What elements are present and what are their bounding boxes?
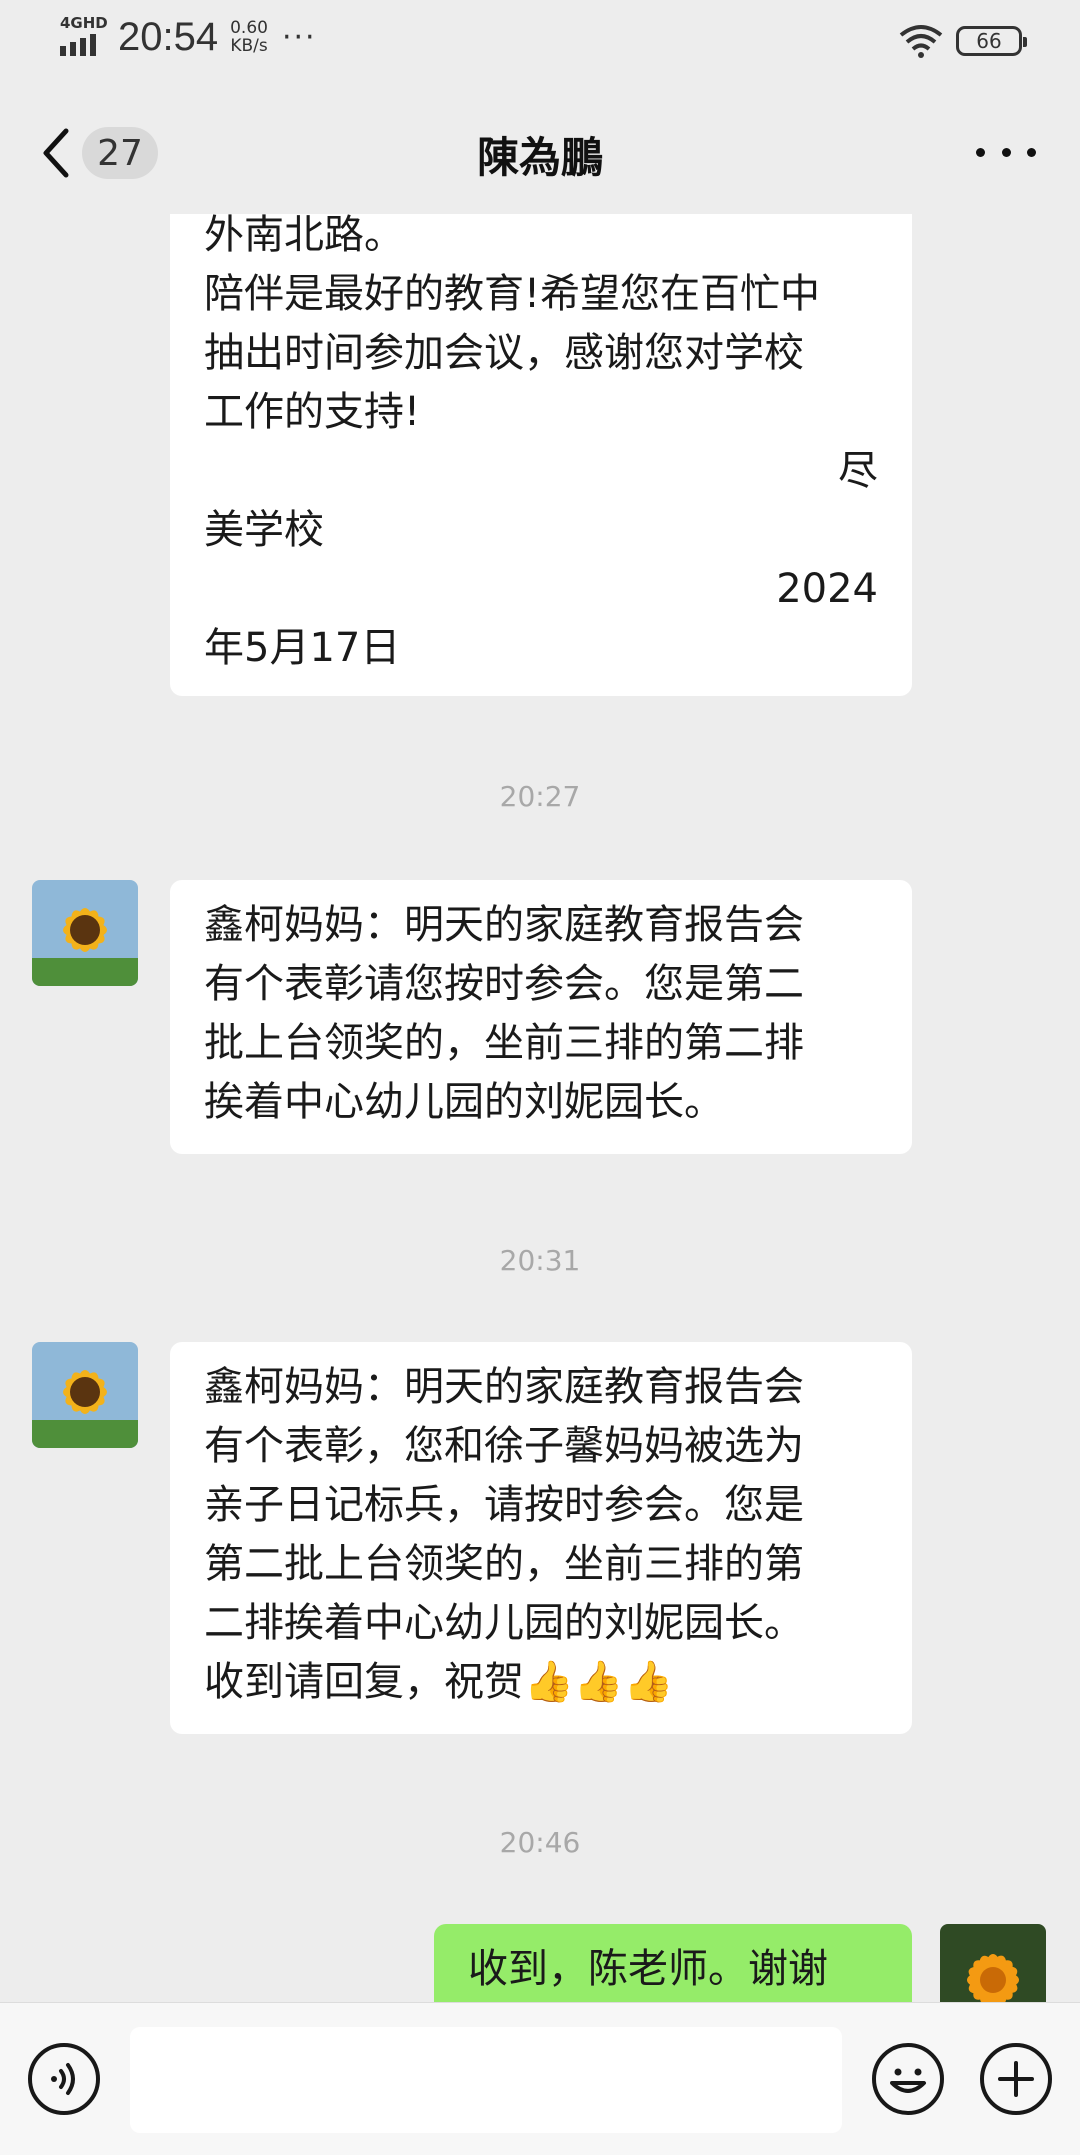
message-line: 鑫柯妈妈：明天的家庭教育报告会 xyxy=(204,902,804,948)
ellipsis-icon xyxy=(976,147,985,157)
message-line: 外南北路。 xyxy=(204,214,404,258)
emoji-button[interactable] xyxy=(872,2043,944,2115)
status-right: 66 xyxy=(898,24,1027,58)
voice-icon xyxy=(51,2063,75,2095)
message-line: 有个表彰请您按时参会。您是第二 xyxy=(204,961,804,1007)
wifi-icon xyxy=(899,25,943,58)
my-avatar[interactable] xyxy=(940,1924,1046,2002)
sunflower-icon xyxy=(32,880,138,986)
message-line: 抽出时间参加会议，感谢您对学校 xyxy=(204,330,804,376)
input-bar xyxy=(0,2002,1080,2155)
status-left: 4GHD 20:54 0.60 KB/s ··· xyxy=(58,14,317,60)
voice-button[interactable] xyxy=(28,2043,100,2115)
emoji-icon xyxy=(890,2068,926,2093)
sent-message-bubble[interactable]: 收到，陈老师。谢谢 xyxy=(434,1924,912,2002)
status-more-icon: ··· xyxy=(281,19,317,55)
message-timestamp: 20:27 xyxy=(499,780,581,813)
message-line: 挨着中心幼儿园的刘妮园长。 xyxy=(204,1079,724,1125)
message-line: 鑫柯妈妈：明天的家庭教育报告会 xyxy=(204,1364,804,1410)
message-line: 2024 xyxy=(776,566,878,612)
chat-header: 27 陳為鵬 xyxy=(0,90,1080,214)
sunflower-icon xyxy=(940,1924,1046,2002)
speed-value: 0.60 xyxy=(230,18,268,38)
avatar[interactable] xyxy=(32,1342,138,1448)
network-speed: 0.60 KB/s xyxy=(230,19,268,55)
avatar[interactable] xyxy=(32,880,138,986)
message-line: 批上台领奖的，坐前三排的第二排 xyxy=(204,1020,804,1066)
message-line: 年5月17日 xyxy=(204,625,401,671)
message-line: 有个表彰，您和徐子馨妈妈被选为 xyxy=(204,1423,804,1469)
message-bubble[interactable]: 鑫柯妈妈：明天的家庭教育报告会 有个表彰，您和徐子馨妈妈被选为 亲子日记标兵，请… xyxy=(170,1342,912,1734)
status-time: 20:54 xyxy=(118,14,219,59)
message-input[interactable] xyxy=(130,2027,842,2133)
add-button[interactable] xyxy=(980,2043,1052,2115)
signal-icon: 4GHD xyxy=(58,14,108,60)
message-line: 陪伴是最好的教育!希望您在百忙中 xyxy=(204,271,821,317)
status-bar: 4GHD 20:54 0.60 KB/s ··· 66 xyxy=(0,0,1080,90)
message-line: 工作的支持! xyxy=(204,389,421,435)
more-button[interactable] xyxy=(976,134,1036,170)
message-list[interactable]: 外南北路。 陪伴是最好的教育!希望您在百忙中 抽出时间参加会议，感谢您对学校 工… xyxy=(0,214,1080,2002)
message-line: 收到，陈老师。谢谢 xyxy=(468,1946,828,1992)
message-line: 美学校 xyxy=(204,507,324,553)
message-timestamp: 20:46 xyxy=(499,1826,581,1859)
plus-icon xyxy=(998,2061,1034,2097)
message-line: 亲子日记标兵，请按时参会。您是 xyxy=(204,1482,804,1528)
message-bubble[interactable]: 鑫柯妈妈：明天的家庭教育报告会 有个表彰请您按时参会。您是第二 批上台领奖的，坐… xyxy=(170,880,912,1154)
sunflower-icon xyxy=(32,1342,138,1448)
speed-unit: KB/s xyxy=(230,36,268,56)
network-type: 4GHD xyxy=(60,14,108,32)
battery-level: 66 xyxy=(976,29,1002,53)
message-line: 第二批上台领奖的，坐前三排的第 xyxy=(204,1541,804,1587)
message-timestamp: 20:31 xyxy=(499,1244,581,1277)
message-line: 二排挨着中心幼儿园的刘妮园长。 xyxy=(204,1600,804,1646)
message-bubble[interactable]: 外南北路。 陪伴是最好的教育!希望您在百忙中 抽出时间参加会议，感谢您对学校 工… xyxy=(170,214,912,696)
chat-title: 陳為鵬 xyxy=(476,133,603,182)
battery-icon: 66 xyxy=(956,26,1027,56)
message-line: 收到请回复，祝贺👍👍👍 xyxy=(204,1659,674,1705)
message-line: 尽 xyxy=(838,448,878,494)
